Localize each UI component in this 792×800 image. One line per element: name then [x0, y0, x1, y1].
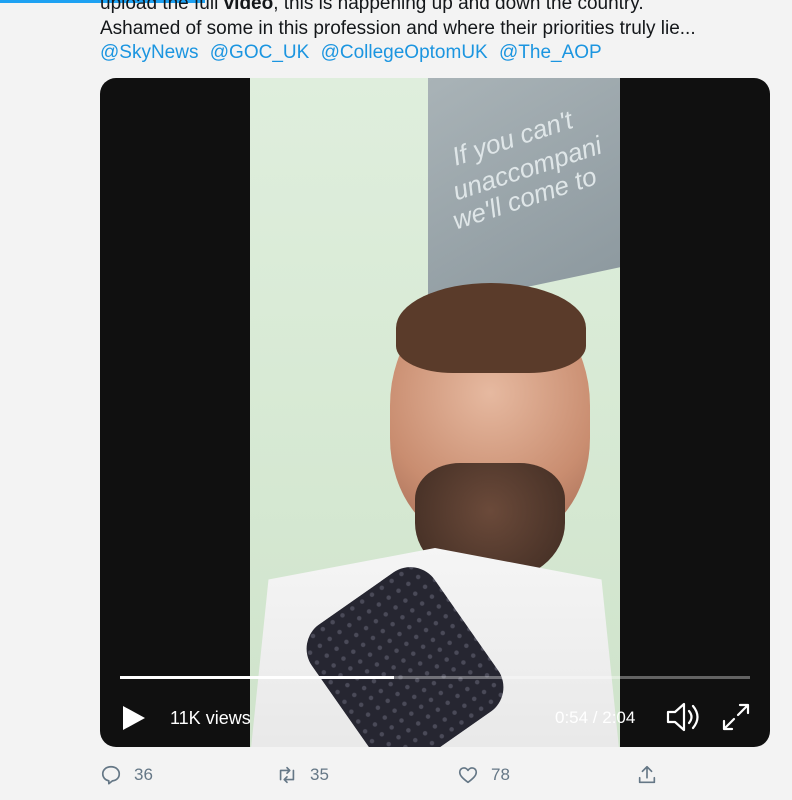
view-count: 11K views	[170, 708, 251, 728]
progress-bar[interactable]	[120, 676, 750, 679]
mention-goc-uk[interactable]: @GOC_UK	[210, 42, 310, 63]
retweet-icon	[279, 766, 295, 784]
share-icon	[638, 765, 656, 784]
mentions-row: @SkyNews @GOC_UK @CollegeOptomUK @The_AO…	[100, 40, 608, 65]
reply-icon	[101, 765, 121, 785]
mention-the-aop[interactable]: @The_AOP	[499, 42, 602, 63]
video-controls: 11K views 0:54 / 2:04	[100, 698, 770, 738]
like-button[interactable]: 78	[457, 762, 510, 788]
video-time: 0:54 / 2:04	[555, 708, 636, 727]
heart-icon	[458, 767, 478, 784]
tweet-line-2: Ashamed of some in this profession and w…	[100, 18, 696, 39]
reply-button[interactable]: 36	[100, 762, 153, 788]
tweet-line-1-pre: upload the full	[100, 0, 224, 14]
share-button[interactable]	[636, 762, 670, 788]
retweet-count: 35	[310, 765, 329, 784]
person-hair	[396, 283, 586, 373]
tweet-line-1: upload the full video, this is happening…	[100, 0, 760, 16]
reply-count: 36	[134, 765, 153, 784]
play-button[interactable]	[118, 703, 148, 733]
speaker-icon	[666, 702, 699, 732]
tweet-actions: 36 35 78	[100, 762, 660, 788]
expand-icon	[722, 703, 750, 731]
mention-collegeoptomuk[interactable]: @CollegeOptomUK	[321, 42, 488, 63]
mention-skynews[interactable]: @SkyNews	[100, 42, 198, 63]
volume-button[interactable]	[665, 700, 703, 734]
like-count: 78	[491, 765, 510, 784]
tweet-line-1-post: , this is happening up and down the coun…	[273, 0, 644, 14]
video-frame[interactable]: If you can't unaccompani we'll come to	[250, 78, 620, 747]
play-icon	[123, 706, 145, 730]
fullscreen-button[interactable]	[720, 701, 752, 733]
progress-fill	[120, 676, 395, 679]
tweet-text: upload the full video, this is happening…	[100, 0, 760, 41]
video-player[interactable]: If you can't unaccompani we'll come to 1…	[100, 78, 770, 747]
tweet-line-1-bold: video	[223, 0, 274, 14]
retweet-button[interactable]: 35	[276, 762, 329, 788]
